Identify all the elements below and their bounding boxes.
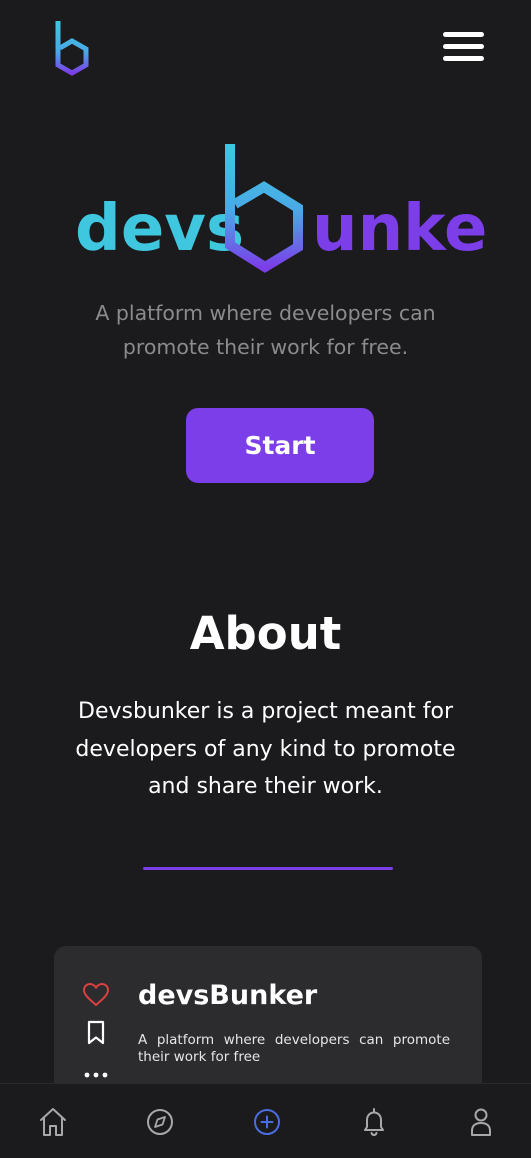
hero-tagline: A platform where developers can promote …: [95, 301, 436, 359]
project-card[interactable]: devsBunker A platform where developers c…: [54, 946, 482, 1106]
brand-left-text: devs: [75, 192, 244, 266]
about-text: Devsbunker is a project meant for develo…: [75, 699, 456, 799]
card-description: A platform where developers can promote …: [138, 1032, 450, 1065]
add-circle-icon[interactable]: [249, 1104, 285, 1140]
compass-icon[interactable]: [142, 1104, 178, 1140]
card-title[interactable]: devsBunker: [138, 980, 317, 1011]
bottom-navigation: [0, 1083, 531, 1158]
brand-b-icon: [225, 144, 303, 273]
more-dots-icon[interactable]: [84, 1065, 108, 1078]
section-divider: [143, 867, 393, 870]
profile-icon[interactable]: [463, 1104, 499, 1140]
heart-icon[interactable]: [82, 982, 110, 1008]
home-icon[interactable]: [35, 1104, 71, 1140]
bookmark-icon[interactable]: [86, 1020, 106, 1046]
brand-right-text: unker: [312, 192, 490, 266]
start-button[interactable]: Start: [186, 408, 374, 483]
hamburger-menu-icon[interactable]: [441, 30, 487, 64]
about-title: About: [189, 607, 342, 660]
brand-wordmark: devs unker: [70, 140, 519, 280]
bell-icon[interactable]: [356, 1104, 392, 1140]
logo-icon[interactable]: [52, 18, 92, 78]
